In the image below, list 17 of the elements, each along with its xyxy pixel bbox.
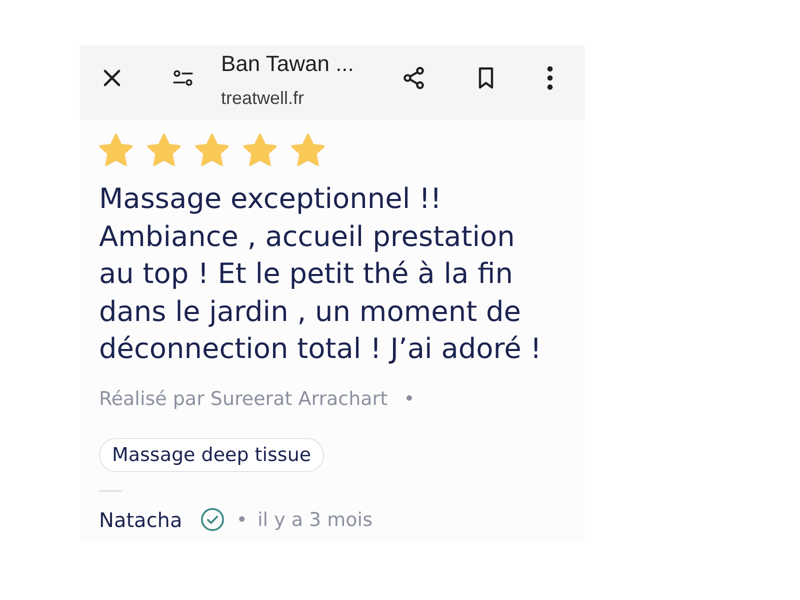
star-icon <box>291 133 325 167</box>
therapist-credit: Réalisé par Sureerat Arrachart <box>99 386 388 410</box>
review-text: Massage exceptionnel !! Ambiance , accueil prestation au top ! Et le petit thé à la fin dans le jardin , un moment de déconnection total ! J’ai adoré ! <box>99 181 543 367</box>
star-icon <box>99 133 133 167</box>
separator-dot: • <box>236 508 248 532</box>
more-icon <box>547 66 553 90</box>
page-domain: treatwell.fr <box>221 87 306 109</box>
page-title: Ban Tawan ... <box>221 50 355 77</box>
star-icon <box>147 133 181 167</box>
review-date: il y a 3 mois <box>257 508 372 532</box>
star-icon <box>243 133 277 167</box>
service-tag: Massage deep tissue <box>99 438 324 472</box>
separator-dot: • <box>404 386 415 410</box>
bookmark-icon <box>477 66 495 90</box>
reviewer-name: Natacha <box>99 506 182 534</box>
star-icon <box>195 133 229 167</box>
share-icon <box>402 66 426 90</box>
